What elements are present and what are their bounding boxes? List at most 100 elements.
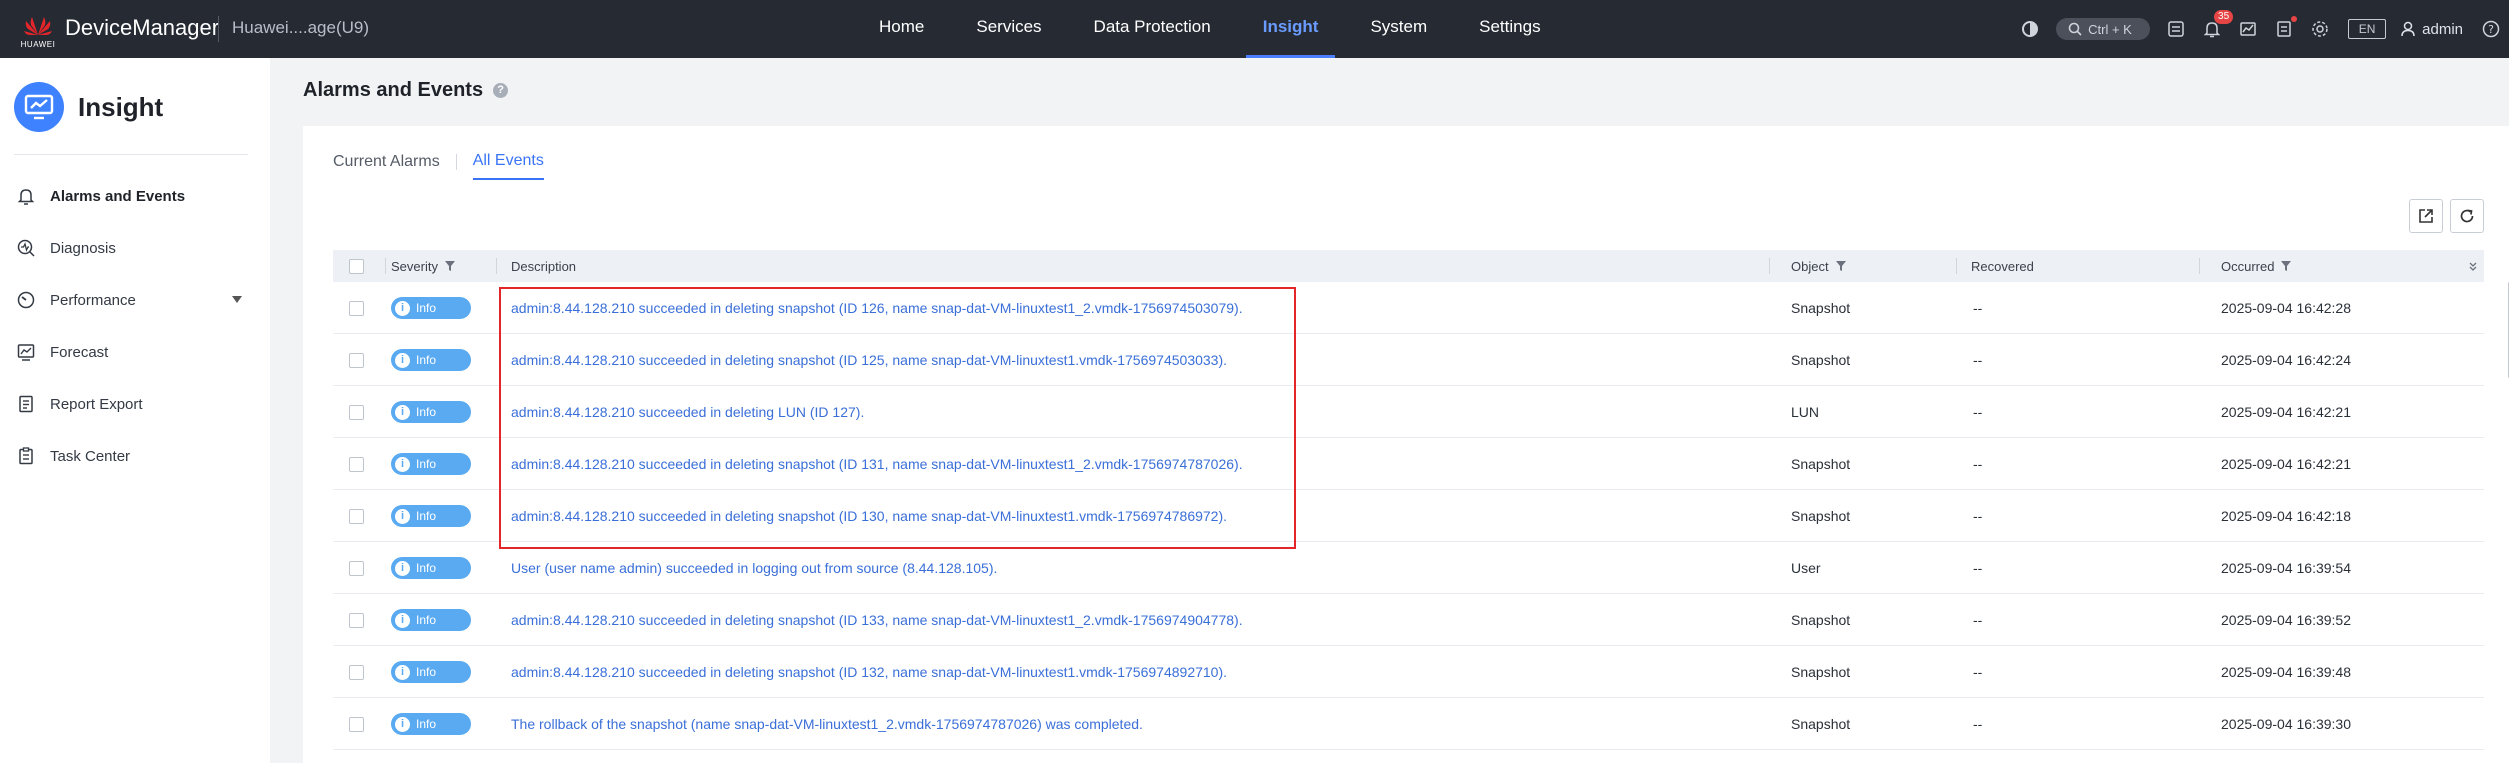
row-checkbox-cell[interactable] (349, 698, 364, 750)
filter-icon[interactable] (444, 260, 456, 272)
nav-insight[interactable]: Insight (1245, 0, 1336, 58)
recovered-cell: -- (1973, 716, 1983, 732)
column-header-recovered[interactable]: Recovered (1971, 250, 2034, 282)
row-checkbox[interactable] (349, 664, 364, 680)
device-name[interactable]: Huawei....age(U9) (232, 18, 369, 38)
event-tabs: Current Alarms All Events (333, 152, 544, 180)
description-link[interactable]: admin:8.44.128.210 succeeded in deleting… (511, 646, 1227, 698)
column-label: Description (511, 258, 577, 274)
gear-icon[interactable] (2309, 18, 2331, 40)
row-checkbox[interactable] (349, 508, 364, 524)
info-icon: i (395, 300, 410, 316)
sidebar-item-report-export[interactable]: Report Export (16, 392, 246, 416)
language-switch[interactable]: EN (2348, 19, 2387, 39)
column-header-severity[interactable]: Severity (391, 250, 456, 282)
occurred-cell: 2025-09-04 16:39:30 (2221, 716, 2351, 732)
recovered-cell: -- (1973, 456, 1983, 472)
nav-system[interactable]: System (1353, 0, 1444, 58)
search-icon (2068, 22, 2082, 36)
severity-badge: i Info (391, 661, 471, 683)
row-checkbox[interactable] (349, 456, 364, 472)
help-icon[interactable]: ? (2480, 18, 2502, 40)
row-checkbox[interactable] (349, 352, 364, 368)
row-checkbox-cell[interactable] (349, 386, 364, 438)
app-title: DeviceManager (65, 15, 220, 40)
row-checkbox-cell[interactable] (349, 646, 364, 698)
alarm-bell-icon[interactable]: 35 (2201, 10, 2234, 40)
row-checkbox[interactable] (349, 300, 364, 316)
search-shortcut-label: Ctrl + K (2088, 21, 2132, 37)
description-link[interactable]: admin:8.44.128.210 succeeded in deleting… (511, 594, 1243, 646)
row-checkbox-cell[interactable] (349, 490, 364, 542)
export-button[interactable] (2409, 199, 2443, 233)
checkbox[interactable] (349, 258, 364, 274)
severity-cell: i Info (391, 490, 471, 542)
column-header-object[interactable]: Object (1791, 250, 1847, 282)
table-row[interactable]: i Info User (user name admin) succeeded in… (333, 542, 2484, 594)
recovered-cell: -- (1973, 352, 1983, 368)
column-settings-icon[interactable] (2468, 250, 2478, 282)
row-checkbox[interactable] (349, 612, 364, 628)
column-divider (385, 258, 386, 274)
main-nav: Home Services Data Protection Insight Sy… (862, 0, 1576, 58)
row-checkbox[interactable] (349, 716, 364, 732)
severity-label: Info (416, 561, 437, 575)
tab-current-alarms[interactable]: Current Alarms (333, 153, 440, 179)
select-all-checkbox[interactable] (349, 250, 364, 282)
page-title: Alarms and Events ? (303, 79, 509, 102)
filter-icon[interactable] (1835, 260, 1847, 272)
column-label: Object (1791, 258, 1829, 274)
column-header-description[interactable]: Description (511, 250, 576, 282)
description-link[interactable]: User (user name admin) succeeded in logg… (511, 542, 997, 594)
user-menu[interactable]: admin (2400, 21, 2463, 38)
row-checkbox[interactable] (349, 404, 364, 420)
row-checkbox-cell[interactable] (349, 334, 364, 386)
tasks-icon[interactable] (2165, 18, 2187, 40)
severity-cell: i Info (391, 438, 471, 490)
severity-cell: i Info (391, 282, 471, 334)
severity-badge: i Info (391, 557, 471, 579)
row-checkbox[interactable] (349, 560, 364, 576)
sidebar-item-alarms-and-events[interactable]: Alarms and Events (16, 184, 246, 208)
severity-label: Info (416, 301, 437, 315)
sidebar-item-forecast[interactable]: Forecast (16, 340, 246, 364)
huawei-logo-text: HUAWEI (20, 40, 56, 49)
chevron-down-icon[interactable] (232, 296, 242, 303)
recovered-cell: -- (1973, 560, 1983, 576)
refresh-icon (2460, 209, 2474, 223)
filter-icon[interactable] (2280, 260, 2292, 272)
global-search-button[interactable]: Ctrl + K (2056, 18, 2151, 40)
description-link[interactable]: The rollback of the snapshot (name snap-… (511, 698, 1143, 750)
table-row[interactable]: i Info admin:8.44.128.210 succeeded in del… (333, 594, 2484, 646)
question-icon[interactable]: ? (493, 83, 509, 98)
sidebar-item-label: Forecast (50, 343, 109, 361)
tab-all-events[interactable]: All Events (472, 152, 544, 180)
nav-home[interactable]: Home (862, 0, 941, 58)
object-cell: Snapshot (1791, 508, 1851, 524)
column-header-occurred[interactable]: Occurred (2221, 250, 2292, 282)
recovered-cell: -- (1973, 404, 1983, 420)
row-checkbox-cell[interactable] (349, 282, 364, 334)
severity-cell: i Info (391, 334, 471, 386)
monitor-chart-icon[interactable] (2237, 18, 2259, 40)
table-row[interactable]: i Info admin:8.44.128.210 succeeded in del… (333, 646, 2484, 698)
table-row[interactable]: i Info The rollback of the snapshot (name … (333, 698, 2484, 750)
sidebar-item-performance[interactable]: Performance (16, 288, 246, 312)
notification-list-icon[interactable] (2273, 16, 2298, 40)
info-icon: i (395, 508, 410, 524)
severity-badge: i Info (391, 401, 471, 423)
nav-data-protection[interactable]: Data Protection (1077, 0, 1228, 58)
nav-settings[interactable]: Settings (1462, 0, 1557, 58)
row-checkbox-cell[interactable] (349, 542, 364, 594)
sidebar-item-label: Task Center (50, 447, 131, 465)
theme-toggle-icon[interactable] (2019, 18, 2041, 40)
severity-label: Info (416, 405, 437, 419)
sidebar-item-diagnosis[interactable]: Diagnosis (16, 236, 246, 260)
severity-cell: i Info (391, 646, 471, 698)
refresh-button[interactable] (2450, 199, 2484, 233)
row-checkbox-cell[interactable] (349, 438, 364, 490)
sidebar-item-task-center[interactable]: Task Center (16, 444, 246, 468)
sidebar-item-label: Alarms and Events (50, 187, 186, 205)
nav-services[interactable]: Services (959, 0, 1058, 58)
row-checkbox-cell[interactable] (349, 594, 364, 646)
